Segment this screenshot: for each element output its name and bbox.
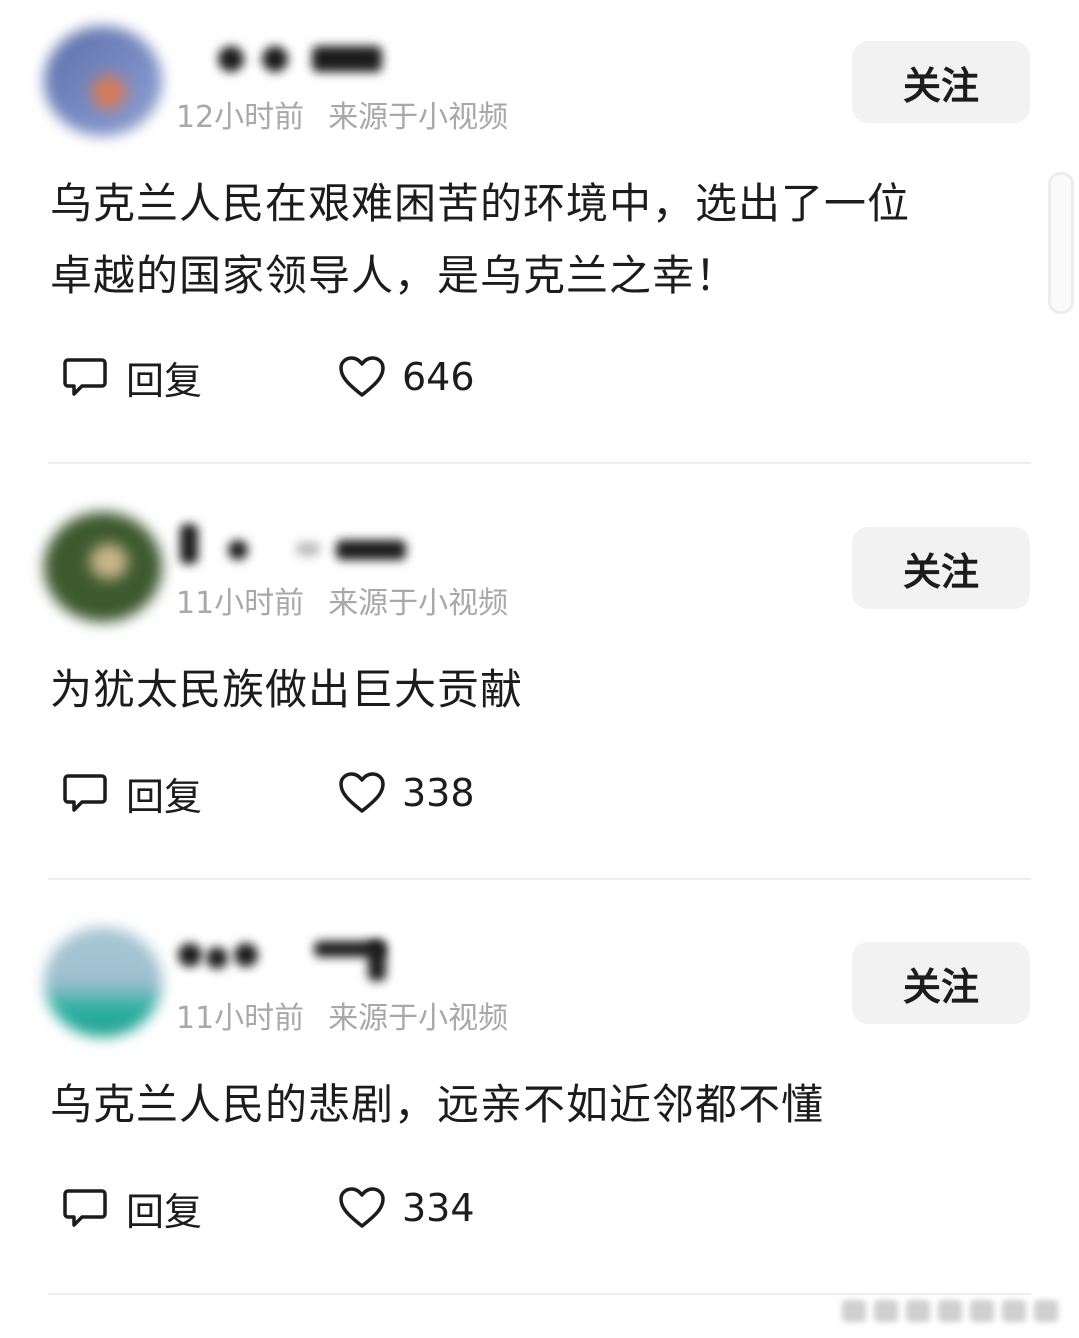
comment-bubble-icon (63, 774, 107, 812)
divider (48, 1293, 1031, 1295)
divider (48, 462, 1031, 464)
scrollbar[interactable] (1048, 172, 1074, 314)
like-count: 646 (402, 355, 475, 399)
heart-icon (339, 1187, 385, 1228)
reply-label: 回复 (126, 774, 203, 819)
comment-source: 来源于小视频 (328, 586, 509, 621)
comment-text-line: 乌克兰人民在艰难困苦的环境中，选出了一位 (50, 179, 911, 228)
comment-text: 为犹太民族做出巨大贡献 (50, 654, 1030, 726)
comment-text: 乌克兰人民在艰难困苦的环境中，选出了一位 卓越的国家领导人，是乌克兰之幸！ (50, 168, 1030, 312)
comment-item: 11小时前 来源于小视频 关注 乌克兰人民的悲剧，远亲不如近邻都不懂 回复 33… (0, 901, 1079, 1295)
follow-button[interactable]: 关注 (852, 527, 1030, 609)
comment-source: 来源于小视频 (328, 1001, 509, 1036)
comment-actions: 回复 338 (62, 766, 475, 821)
comment-text-line: 卓越的国家领导人，是乌克兰之幸！ (50, 251, 739, 300)
divider (48, 878, 1031, 880)
reply-label: 回复 (126, 1189, 203, 1234)
watermark-blurred (842, 1296, 1070, 1326)
comment-item: 12小时前 来源于小视频 关注 乌克兰人民在艰难困苦的环境中，选出了一位 卓越的… (0, 0, 1079, 464)
like-count: 338 (402, 771, 475, 815)
comment-meta: 12小时前 来源于小视频 (176, 92, 508, 136)
comment-time: 11小时前 (176, 1001, 305, 1036)
like-button[interactable]: 334 (338, 1186, 475, 1230)
avatar[interactable] (44, 927, 162, 1037)
comment-time: 12小时前 (176, 100, 305, 135)
comment-actions: 回复 646 (62, 350, 475, 405)
username-blurred[interactable] (176, 38, 406, 80)
comment-text-line: 为犹太民族做出巨大贡献 (50, 665, 524, 714)
reply-button[interactable]: 回复 (62, 766, 338, 821)
comment-bubble-icon (63, 1189, 107, 1227)
comment-text-line: 乌克兰人民的悲剧，远亲不如近邻都不懂 (50, 1080, 825, 1129)
comment-actions: 回复 334 (62, 1181, 475, 1236)
follow-button[interactable]: 关注 (852, 41, 1030, 123)
reply-label: 回复 (126, 358, 203, 403)
like-button[interactable]: 646 (338, 355, 475, 399)
avatar[interactable] (44, 512, 162, 622)
follow-button[interactable]: 关注 (852, 942, 1030, 1024)
heart-icon (339, 356, 385, 397)
comment-time: 11小时前 (176, 586, 305, 621)
username-blurred[interactable] (176, 939, 406, 981)
comment-meta: 11小时前 来源于小视频 (176, 578, 508, 622)
comment-bubble-icon (63, 358, 107, 396)
reply-button[interactable]: 回复 (62, 1181, 338, 1236)
comment-meta: 11小时前 来源于小视频 (176, 993, 508, 1037)
comment-item: 11小时前 来源于小视频 关注 为犹太民族做出巨大贡献 回复 338 (0, 486, 1079, 880)
avatar[interactable] (44, 26, 162, 136)
comment-text: 乌克兰人民的悲剧，远亲不如近邻都不懂 (50, 1069, 1030, 1141)
comment-source: 来源于小视频 (328, 100, 509, 135)
like-button[interactable]: 338 (338, 771, 475, 815)
username-blurred[interactable] (176, 524, 406, 566)
heart-icon (339, 772, 385, 813)
reply-button[interactable]: 回复 (62, 350, 338, 405)
like-count: 334 (402, 1186, 475, 1230)
